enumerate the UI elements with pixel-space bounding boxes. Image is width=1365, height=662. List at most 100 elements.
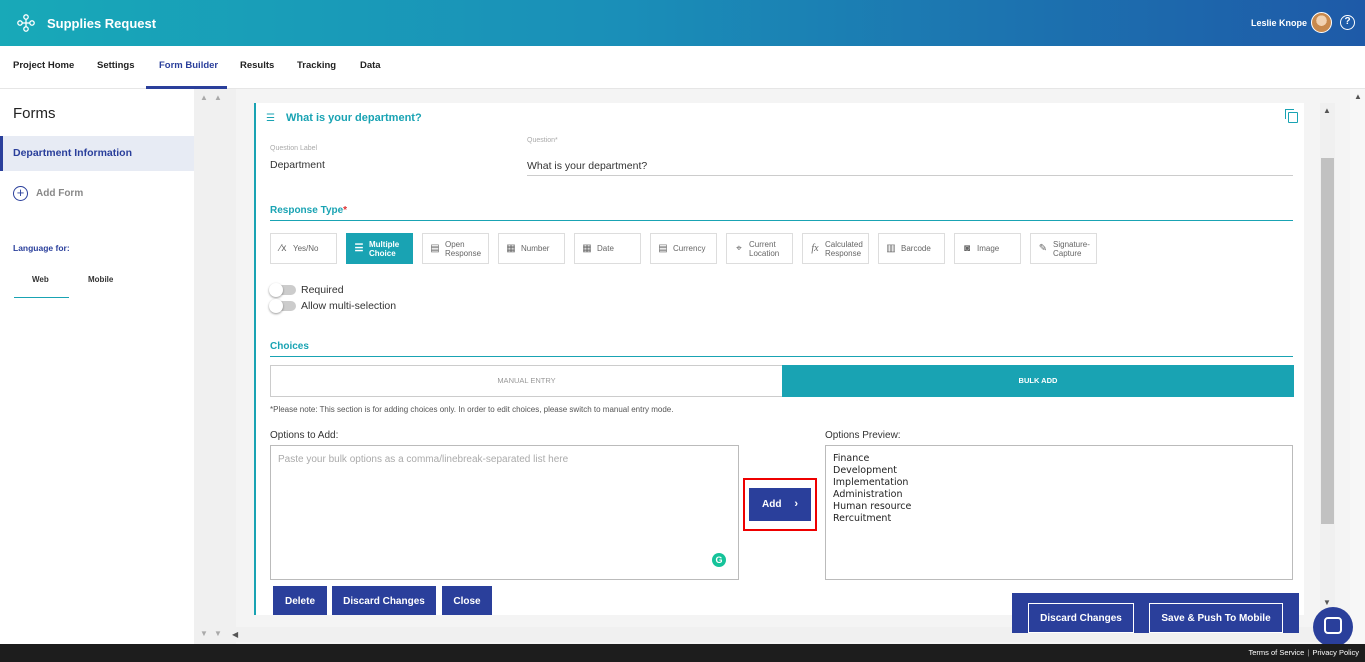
- tab-tracking[interactable]: Tracking: [297, 60, 336, 71]
- response-type-current-location[interactable]: ⌖ Current Location: [726, 233, 793, 264]
- pen-icon: ✎: [1038, 243, 1048, 254]
- response-type-image[interactable]: ◙ Image: [954, 233, 1021, 264]
- language-tab-indicator: [14, 297, 69, 298]
- add-button-highlight: Add ›: [743, 478, 817, 531]
- section-divider: [270, 220, 1293, 221]
- app-title: Supplies Request: [47, 16, 157, 31]
- network-logo-icon[interactable]: [17, 14, 35, 32]
- currency-icon: ▤: [658, 243, 668, 254]
- terms-link[interactable]: Terms of Service: [1249, 648, 1305, 657]
- tab-manual-entry[interactable]: MANUAL ENTRY: [271, 366, 782, 396]
- choices-title: Choices: [270, 341, 309, 352]
- response-type-currency[interactable]: ▤ Currency: [650, 233, 717, 264]
- question-label-field[interactable]: Department: [270, 159, 325, 171]
- response-type-multiple-choice[interactable]: ☰ Multiple Choice: [346, 233, 413, 264]
- avatar[interactable]: [1311, 12, 1332, 33]
- question-field-underline: [527, 175, 1293, 176]
- save-push-mobile-button[interactable]: Save & Push To Mobile: [1149, 603, 1283, 633]
- list-icon: ☰: [354, 243, 364, 254]
- link-separator: |: [1307, 648, 1310, 657]
- question-card: ☰ What is your department? Question Labe…: [254, 103, 1304, 615]
- response-type-number[interactable]: ▦ Number: [498, 233, 565, 264]
- footer-discard-changes-button[interactable]: Discard Changes: [1028, 603, 1134, 633]
- multi-selection-toggle[interactable]: [269, 299, 296, 313]
- function-icon: fx: [811, 243, 819, 254]
- question-caption: Question*: [527, 137, 558, 144]
- location-pin-icon: ⌖: [736, 243, 742, 254]
- chat-icon: [1324, 617, 1342, 634]
- response-type-barcode[interactable]: ▥ Barcode: [878, 233, 945, 264]
- footer-action-panel: Discard Changes Save & Push To Mobile: [1012, 593, 1299, 633]
- language-label: Language for:: [13, 243, 70, 253]
- response-type-yes-no[interactable]: ⁄x Yes/No: [270, 233, 337, 264]
- preview-item: Administration: [833, 489, 903, 500]
- scroll-up-icon[interactable]: ▲: [1323, 106, 1331, 115]
- page-scrollbar[interactable]: [1350, 89, 1365, 644]
- scroll-up-icon[interactable]: ▲: [200, 93, 208, 102]
- response-type-date[interactable]: ▦ Date: [574, 233, 641, 264]
- card-scroll-thumb[interactable]: [1321, 158, 1334, 524]
- preview-item: Human resource: [833, 501, 912, 512]
- preview-item: Development: [833, 465, 897, 476]
- scroll-down-icon[interactable]: ▼: [214, 629, 222, 638]
- add-circle-icon[interactable]: +: [13, 186, 28, 201]
- question-label-caption: Question Label: [270, 145, 318, 152]
- forms-sidebar: Forms Department Information + Add Form …: [0, 89, 194, 644]
- copy-icon[interactable]: [1285, 109, 1298, 123]
- camera-icon: ◙: [963, 243, 971, 254]
- tab-form-builder[interactable]: Form Builder: [159, 60, 218, 71]
- list-icon: ☰: [266, 113, 275, 124]
- choices-mode-switch: MANUAL ENTRY BULK ADD: [270, 365, 1294, 397]
- chat-button[interactable]: [1313, 607, 1353, 647]
- tab-results[interactable]: Results: [240, 60, 274, 71]
- calendar-icon: ▦: [582, 243, 592, 254]
- x-check-icon: ⁄x: [279, 243, 287, 254]
- question-circle-icon[interactable]: ?: [1340, 15, 1355, 30]
- tab-project-home[interactable]: Project Home: [13, 60, 74, 71]
- required-label: Required: [301, 284, 344, 296]
- privacy-link[interactable]: Privacy Policy: [1312, 648, 1359, 657]
- options-preview: Finance Development Implementation Admin…: [825, 445, 1293, 580]
- add-form-button[interactable]: Add Form: [36, 188, 83, 199]
- scroll-up-icon[interactable]: ▲: [214, 93, 222, 102]
- tab-bulk-add[interactable]: BULK ADD: [782, 365, 1294, 397]
- required-toggle[interactable]: [269, 283, 296, 297]
- number-grid-icon: ▦: [506, 243, 516, 254]
- scroll-down-icon[interactable]: ▼: [1323, 598, 1331, 607]
- close-button[interactable]: Close: [442, 586, 492, 615]
- options-to-add-label: Options to Add:: [270, 430, 339, 441]
- preview-item: Rercuitment: [833, 513, 892, 524]
- language-tab-web[interactable]: Web: [32, 275, 49, 284]
- choices-note: *Please note: This section is for adding…: [270, 405, 674, 414]
- sidebar-item-department-information[interactable]: Department Information: [0, 136, 194, 171]
- question-title: What is your department?: [286, 112, 422, 124]
- add-button[interactable]: Add ›: [749, 488, 811, 521]
- delete-button[interactable]: Delete: [273, 586, 327, 615]
- section-divider: [270, 356, 1293, 357]
- bulk-options-placeholder: Paste your bulk options as a comma/lineb…: [278, 454, 569, 465]
- scroll-down-icon[interactable]: ▼: [200, 629, 208, 638]
- options-preview-label: Options Preview:: [825, 430, 901, 441]
- scroll-up-icon[interactable]: ▲: [1354, 92, 1362, 101]
- response-type-open-response[interactable]: ▤ Open Response: [422, 233, 489, 264]
- bottom-bar: Terms of Service | Privacy Policy: [0, 644, 1365, 662]
- text-box-icon: ▤: [430, 243, 440, 254]
- scroll-left-icon[interactable]: ◀: [232, 630, 238, 639]
- response-type-calculated-response[interactable]: fx Calculated Response: [802, 233, 869, 264]
- response-type-signature-capture[interactable]: ✎ Signature- Capture: [1030, 233, 1097, 264]
- preview-item: Implementation: [833, 477, 909, 488]
- user-name[interactable]: Leslie Knope: [1251, 18, 1307, 28]
- question-field[interactable]: What is your department?: [527, 160, 647, 172]
- left-gutter: ▲ ▲ ▼ ▼: [194, 89, 236, 644]
- top-header: Supplies Request Leslie Knope ?: [0, 0, 1365, 46]
- main-tabs: Project Home Settings Form Builder Resul…: [0, 46, 1365, 89]
- language-tab-mobile[interactable]: Mobile: [88, 275, 113, 284]
- bulk-options-input[interactable]: Paste your bulk options as a comma/lineb…: [270, 445, 739, 580]
- sidebar-title: Forms: [13, 105, 56, 122]
- tab-data[interactable]: Data: [360, 60, 381, 71]
- discard-changes-button[interactable]: Discard Changes: [332, 586, 436, 615]
- chevron-right-icon: ›: [794, 498, 798, 510]
- grammarly-icon[interactable]: G: [712, 553, 726, 567]
- tab-settings[interactable]: Settings: [97, 60, 134, 71]
- multi-selection-label: Allow multi-selection: [301, 300, 397, 312]
